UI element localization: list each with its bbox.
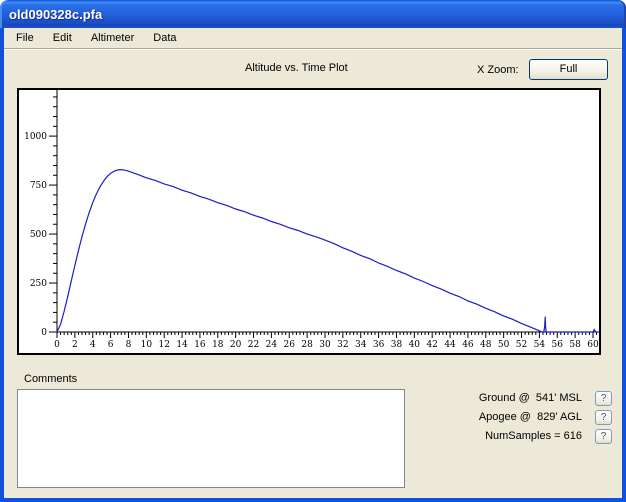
plot-title: Altitude vs. Time Plot [245,62,348,74]
svg-text:1000: 1000 [24,132,47,142]
window-title: old090328c.pfa [9,7,102,22]
svg-text:12: 12 [158,340,169,350]
plot-border [18,89,600,354]
svg-text:48: 48 [480,340,492,350]
menu-altimeter[interactable]: Altimeter [83,28,142,48]
svg-text:54: 54 [534,340,546,350]
menu-edit[interactable]: Edit [45,28,80,48]
x-axis-ticks: 0246810121416182022242628303234363840424… [54,332,599,350]
svg-text:10: 10 [141,340,153,350]
titlebar[interactable]: old090328c.pfa [0,0,626,28]
x-zoom-label: X Zoom: [477,64,519,76]
svg-text:46: 46 [462,340,474,350]
svg-text:30: 30 [319,340,331,350]
altitude-time-plot[interactable]: 0246810121416182022242628303234363840424… [17,88,601,355]
comments-textarea[interactable] [17,389,405,488]
svg-text:18: 18 [212,340,224,350]
app-window: old090328c.pfa File Edit Altimeter Data … [0,0,626,502]
plot-canvas[interactable]: 0246810121416182022242628303234363840424… [17,88,601,355]
menu-file[interactable]: File [8,28,42,48]
ground-msl-value: Ground @ 541' MSL [479,392,582,404]
svg-text:20: 20 [230,340,242,350]
svg-text:0: 0 [54,340,60,350]
svg-text:6: 6 [108,340,114,350]
altitude-curve [57,170,599,332]
svg-text:58: 58 [569,340,581,350]
svg-text:56: 56 [552,340,564,350]
ground-help-button[interactable]: ? [595,391,612,406]
svg-text:44: 44 [444,340,456,350]
svg-text:8: 8 [126,340,132,350]
x-zoom-full-button[interactable]: Full [529,59,608,80]
svg-text:32: 32 [337,340,348,350]
svg-text:4: 4 [90,340,96,350]
svg-text:28: 28 [301,340,313,350]
svg-text:24: 24 [266,340,278,350]
y-axis-ticks: 0 250 500 750 1000 [24,97,57,338]
svg-text:250: 250 [30,279,47,289]
svg-text:34: 34 [355,340,367,350]
stat-row-samples: NumSamples = 616 ? [485,428,612,444]
svg-text:2: 2 [72,340,78,350]
svg-text:500: 500 [30,230,47,240]
num-samples-value: NumSamples = 616 [485,430,582,442]
apogee-help-button[interactable]: ? [595,410,612,425]
svg-text:38: 38 [391,340,403,350]
stat-row-ground: Ground @ 541' MSL ? [479,390,612,406]
svg-text:0: 0 [41,328,47,338]
svg-text:52: 52 [516,340,527,350]
svg-text:22: 22 [248,340,259,350]
menubar: File Edit Altimeter Data [4,28,622,49]
svg-text:36: 36 [373,340,385,350]
svg-text:40: 40 [409,340,421,350]
stat-row-apogee: Apogee @ 829' AGL ? [479,409,612,425]
samples-help-button[interactable]: ? [595,429,612,444]
svg-text:26: 26 [284,340,296,350]
apogee-agl-value: Apogee @ 829' AGL [479,411,582,423]
svg-text:50: 50 [498,340,510,350]
svg-text:60: 60 [587,340,599,350]
svg-text:42: 42 [426,340,437,350]
svg-text:16: 16 [194,340,206,350]
comments-label: Comments [24,373,77,385]
svg-text:14: 14 [176,340,188,350]
menu-data[interactable]: Data [145,28,184,48]
window-body: File Edit Altimeter Data Altitude vs. Ti… [0,28,626,502]
svg-text:750: 750 [30,181,47,191]
